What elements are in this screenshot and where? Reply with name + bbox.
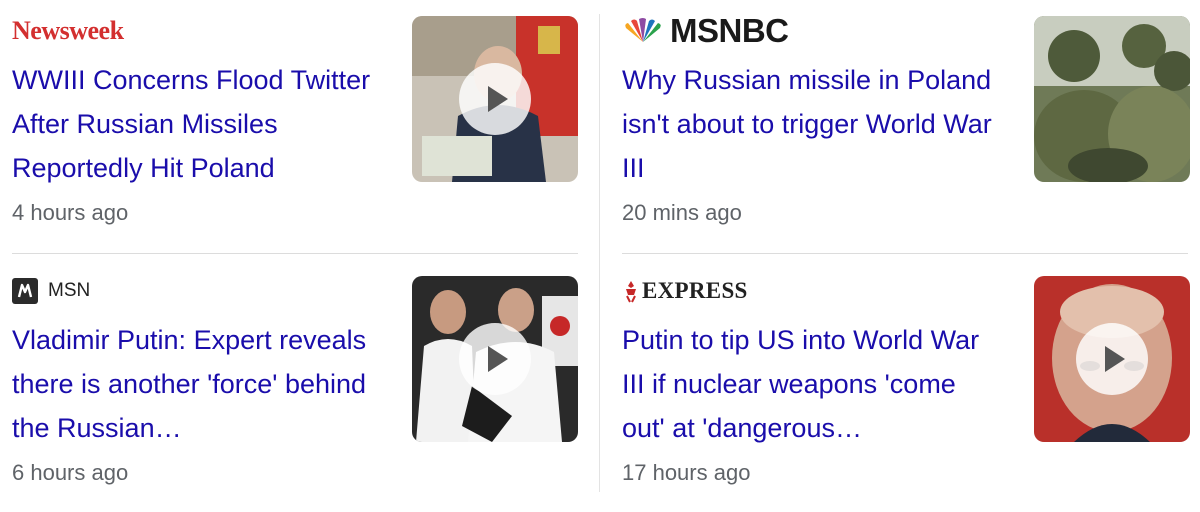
headline-link[interactable]: Putin to tip US into World War III if nu… <box>622 318 992 450</box>
row-divider <box>12 253 578 254</box>
news-card[interactable]: Newsweek WWIII Concerns Flood Twitter Af… <box>12 12 578 254</box>
news-grid: Newsweek WWIII Concerns Flood Twitter Af… <box>0 0 1200 502</box>
video-thumbnail[interactable] <box>1034 276 1190 442</box>
timestamp: 4 hours ago <box>12 200 129 225</box>
msnbc-logo-text: MSNBC <box>670 12 789 49</box>
peacock-icon <box>625 18 661 42</box>
image-thumbnail[interactable] <box>1034 16 1190 182</box>
source-label: EXPRESS <box>622 274 748 308</box>
news-card[interactable]: EXPRESS Putin to tip US into World War I… <box>622 272 1190 512</box>
source-label: MSN <box>12 274 90 308</box>
timestamp: 20 mins ago <box>622 200 742 225</box>
play-icon[interactable] <box>1076 323 1148 395</box>
headline-link[interactable]: WWIII Concerns Flood Twitter After Russi… <box>12 58 402 190</box>
news-card[interactable]: MSNBC Why Russian missile in Poland isn'… <box>622 12 1190 254</box>
timestamp: 17 hours ago <box>622 460 751 485</box>
express-logo-text: EXPRESS <box>642 278 748 303</box>
source-label: MSNBC <box>622 12 789 49</box>
crusader-icon <box>626 281 636 303</box>
row-divider <box>622 253 1188 254</box>
video-thumbnail[interactable] <box>412 16 578 182</box>
column-divider <box>599 14 600 492</box>
msn-icon <box>12 278 38 304</box>
msn-label: MSN <box>48 280 91 301</box>
timestamp: 6 hours ago <box>12 460 129 485</box>
play-icon[interactable] <box>459 323 531 395</box>
newsweek-logo: Newsweek <box>12 16 124 45</box>
headline-link[interactable]: Vladimir Putin: Expert reveals there is … <box>12 318 402 450</box>
headline-link[interactable]: Why Russian missile in Poland isn't abou… <box>622 58 992 190</box>
video-thumbnail[interactable] <box>412 276 578 442</box>
play-icon[interactable] <box>459 63 531 135</box>
news-card[interactable]: MSN Vladimir Putin: Expert reveals there… <box>12 272 578 512</box>
source-label: Newsweek <box>12 14 124 48</box>
thumbnail-image <box>1034 16 1190 182</box>
